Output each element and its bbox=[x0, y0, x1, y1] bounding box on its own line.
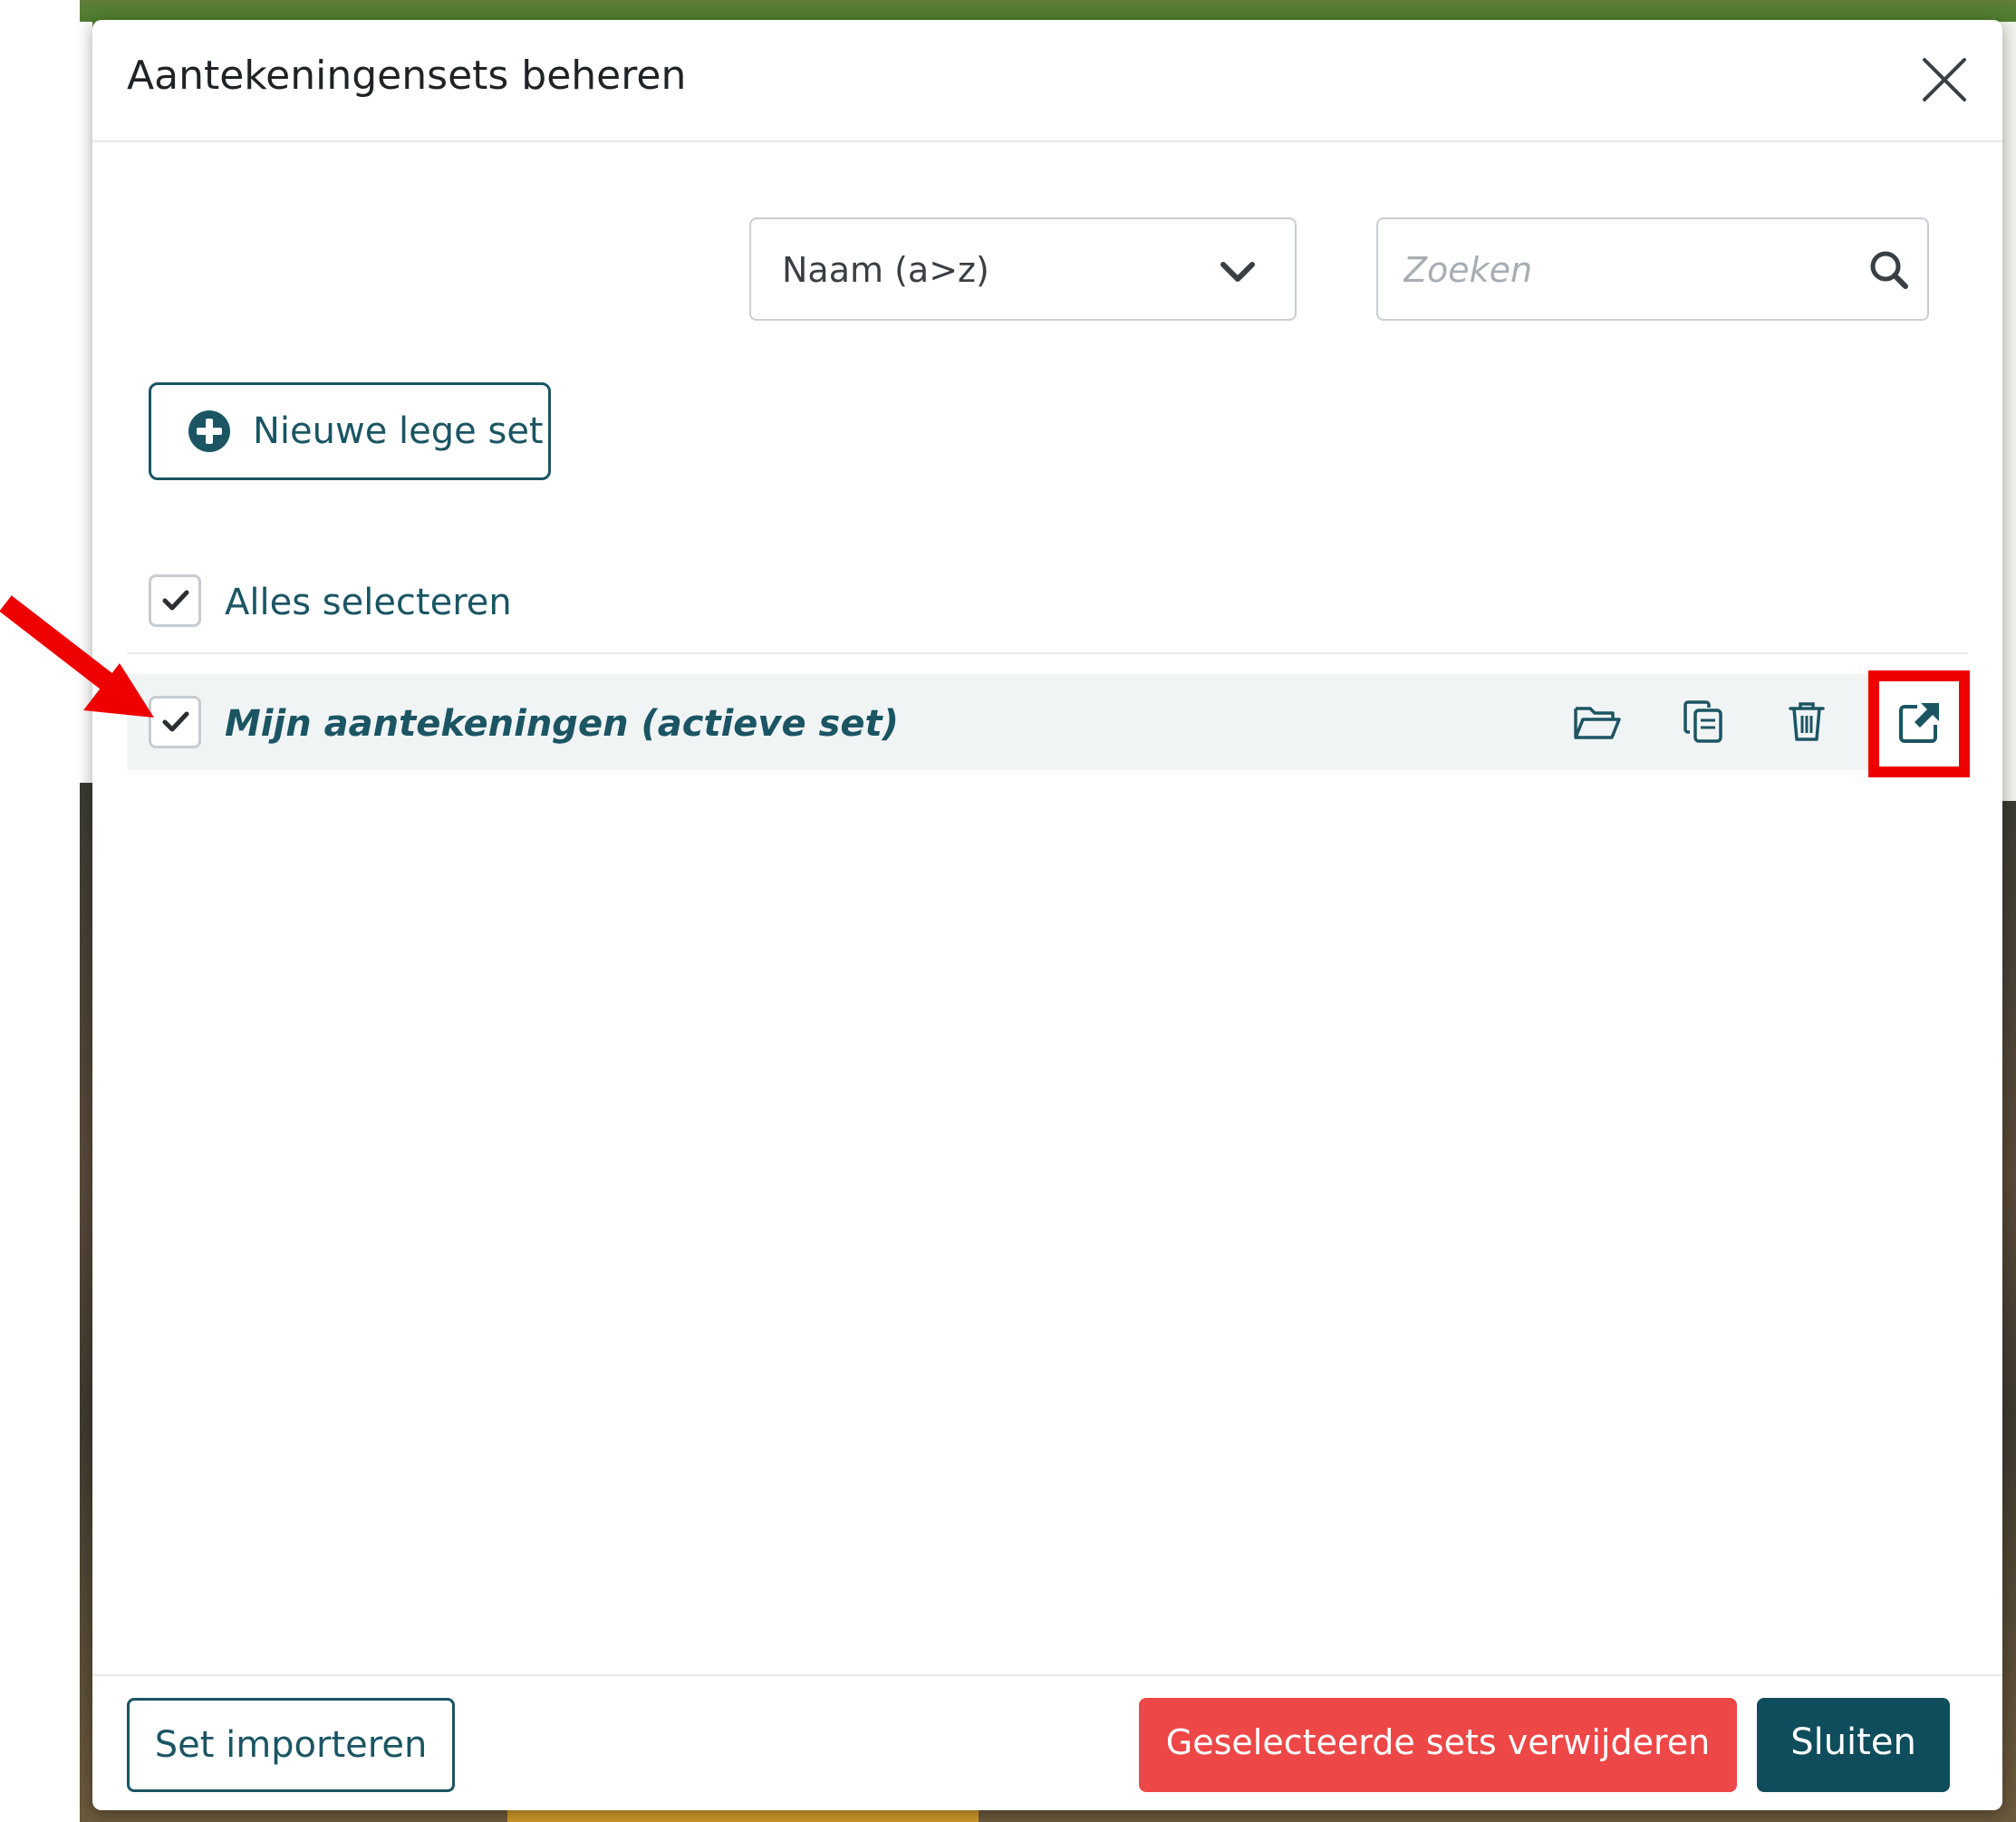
new-empty-set-button[interactable]: Nieuwe lege set bbox=[149, 382, 551, 480]
search-input[interactable] bbox=[1402, 237, 1840, 303]
close-icon bbox=[1923, 58, 1966, 101]
new-empty-set-label: Nieuwe lege set bbox=[253, 410, 544, 452]
screenshot-stage: Aantekeningensets beheren Naam (a>z) Zoe… bbox=[0, 0, 2016, 1822]
search-field bbox=[1376, 217, 1929, 321]
trash-icon[interactable] bbox=[1781, 696, 1832, 747]
chevron-down-icon bbox=[1220, 262, 1255, 282]
set-list-item: Mijn aantekeningen (actieve set) bbox=[127, 674, 1873, 770]
set-name[interactable]: Mijn aantekeningen (actieve set) bbox=[225, 703, 899, 745]
dialog-title: Aantekeningensets beheren bbox=[127, 53, 687, 99]
delete-selected-sets-button[interactable]: Geselecteerde sets verwijderen bbox=[1139, 1698, 1737, 1792]
red-arrow-annotation bbox=[0, 595, 154, 718]
dialog-header: Aantekeningensets beheren bbox=[92, 20, 2002, 142]
dialog-footer-divider bbox=[92, 1674, 2002, 1676]
sort-selected-value: Naam (a>z) bbox=[782, 250, 989, 290]
sort-dropdown[interactable]: Naam (a>z) bbox=[749, 217, 1297, 321]
search-icon[interactable] bbox=[1867, 248, 1911, 292]
manage-annotation-sets-dialog: Aantekeningensets beheren Naam (a>z) Zoe… bbox=[92, 20, 2002, 1810]
external-link-icon[interactable] bbox=[1894, 698, 1944, 748]
list-divider bbox=[127, 652, 1968, 654]
close-dialog-button[interactable] bbox=[1917, 53, 1972, 107]
checkmark-icon bbox=[162, 590, 189, 611]
plus-circle-icon bbox=[188, 410, 230, 452]
checkmark-icon bbox=[162, 711, 189, 732]
select-all-label[interactable]: Alles selecteren bbox=[225, 582, 512, 623]
import-set-button[interactable]: Set importeren bbox=[127, 1698, 455, 1792]
folder-open-icon[interactable] bbox=[1572, 698, 1623, 748]
close-button[interactable]: Sluiten bbox=[1757, 1698, 1950, 1792]
highlight-box bbox=[1868, 670, 1970, 777]
copy-icon[interactable] bbox=[1679, 696, 1730, 747]
